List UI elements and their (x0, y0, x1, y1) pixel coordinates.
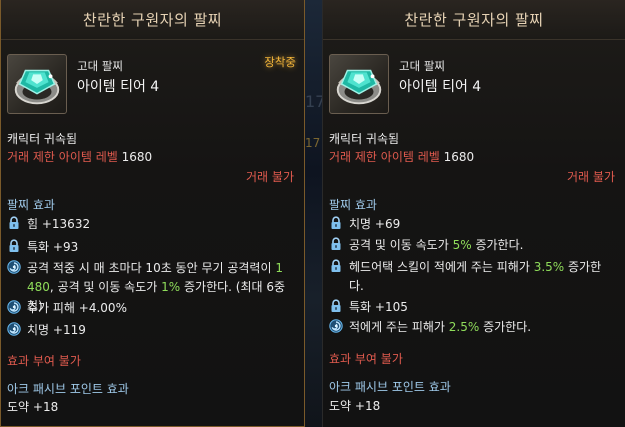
ark-passive-title: 아크 패시브 포인트 효과 (329, 380, 451, 394)
ark-passive-title: 아크 패시브 포인트 효과 (7, 382, 129, 396)
lock-icon (7, 239, 21, 253)
swirl-effect-icon (7, 300, 21, 314)
trade-level-label: 거래 제한 아이템 레벨 (7, 150, 118, 164)
stat-text: 추가 피해 +4.00% (27, 301, 127, 315)
no-enchant-text: 효과 부여 불가 (7, 354, 81, 368)
trade-level-value: 1680 (443, 150, 475, 164)
item-summary: 고대 팔찌 아이템 티어 4 장착중 (1, 54, 304, 116)
stat-text: 힘 +13632 (27, 217, 91, 231)
item-tooltip-compare: 찬란한 구원자의 팔찌 고대 팔찌 아이템 티어 4 캐릭터 귀속됨 거래 제한… (322, 0, 625, 427)
lock-icon (7, 216, 21, 230)
trade-level-row: 거래 제한 아이템 레벨 1680 (7, 148, 152, 165)
trade-level-label: 거래 제한 아이템 레벨 (329, 150, 440, 164)
trade-level-row: 거래 제한 아이템 레벨 1680 (329, 148, 474, 165)
item-tooltip-equipped: 찬란한 구원자의 팔찌 고대 팔찌 아이템 티어 4 장착중 캐릭터 귀속됨 거… (0, 0, 305, 427)
lock-icon (329, 237, 343, 251)
lock-icon (329, 259, 343, 273)
tooltip-header: 찬란한 구원자의 팔찌 (1, 0, 304, 40)
item-grade: 고대 팔찌 (77, 59, 123, 73)
lock-icon (329, 299, 343, 313)
bracelet-effects-title: 팔찌 효과 (329, 198, 377, 212)
item-tier: 아이템 티어 4 (399, 79, 482, 95)
trade-unavailable: 거래 불가 (567, 170, 615, 184)
stat-text: 특화 +105 (349, 300, 408, 314)
stat-text: 특화 +93 (27, 240, 79, 254)
stat-row: 특화 +93 (7, 238, 78, 257)
ark-passive-value: 도약 +18 (7, 400, 59, 414)
stat-row: 치명 +119 (7, 321, 86, 340)
swirl-effect-icon (7, 260, 21, 274)
swirl-effect-icon (7, 322, 21, 336)
bound-text: 캐릭터 귀속됨 (329, 132, 400, 146)
no-enchant-text: 효과 부여 불가 (329, 352, 403, 366)
stat-text: 치명 +119 (27, 323, 86, 337)
swirl-effect-icon (329, 319, 343, 333)
background-ghost-text: 17 (305, 136, 321, 150)
item-grade: 고대 팔찌 (399, 59, 445, 73)
equipped-badge: 장착중 (264, 55, 296, 69)
tooltip-header: 찬란한 구원자의 팔찌 (323, 0, 625, 40)
bound-text: 캐릭터 귀속됨 (7, 132, 78, 146)
stat-text: 공격 및 이동 속도가 5% 증가한다. (349, 238, 524, 252)
lock-icon (329, 216, 343, 230)
stat-row: 힘 +13632 (7, 215, 90, 234)
stat-text: 치명 +69 (349, 217, 401, 231)
stat-text: 적에게 주는 피해가 2.5% 증가한다. (349, 320, 532, 334)
trade-level-value: 1680 (121, 150, 153, 164)
item-name: 찬란한 구원자의 팔찌 (404, 11, 544, 29)
stat-row: 헤드어택 스킬이 적에게 주는 피해가 3.5% 증가한 다. (329, 258, 619, 296)
stat-row: 치명 +69 (329, 215, 400, 234)
background-game-ui: 1720 17 (303, 0, 346, 427)
trade-unavailable: 거래 불가 (246, 170, 294, 184)
bracelet-item-icon (7, 54, 67, 114)
item-summary: 고대 팔찌 아이템 티어 4 (323, 54, 625, 116)
bracelet-item-icon (329, 54, 389, 114)
item-tier: 아이템 티어 4 (77, 79, 160, 95)
stat-row: 적에게 주는 피해가 2.5% 증가한다. (329, 318, 531, 337)
item-name: 찬란한 구원자의 팔찌 (82, 11, 223, 29)
stat-row: 추가 피해 +4.00% (7, 299, 127, 318)
ark-passive-value: 도약 +18 (329, 399, 381, 413)
stat-row: 특화 +105 (329, 298, 408, 317)
bracelet-effects-title: 팔찌 효과 (7, 198, 55, 212)
stat-text: 헤드어택 스킬이 적에게 주는 피해가 3.5% 증가한 다. (349, 260, 602, 293)
stat-row: 공격 및 이동 속도가 5% 증가한다. (329, 236, 523, 255)
